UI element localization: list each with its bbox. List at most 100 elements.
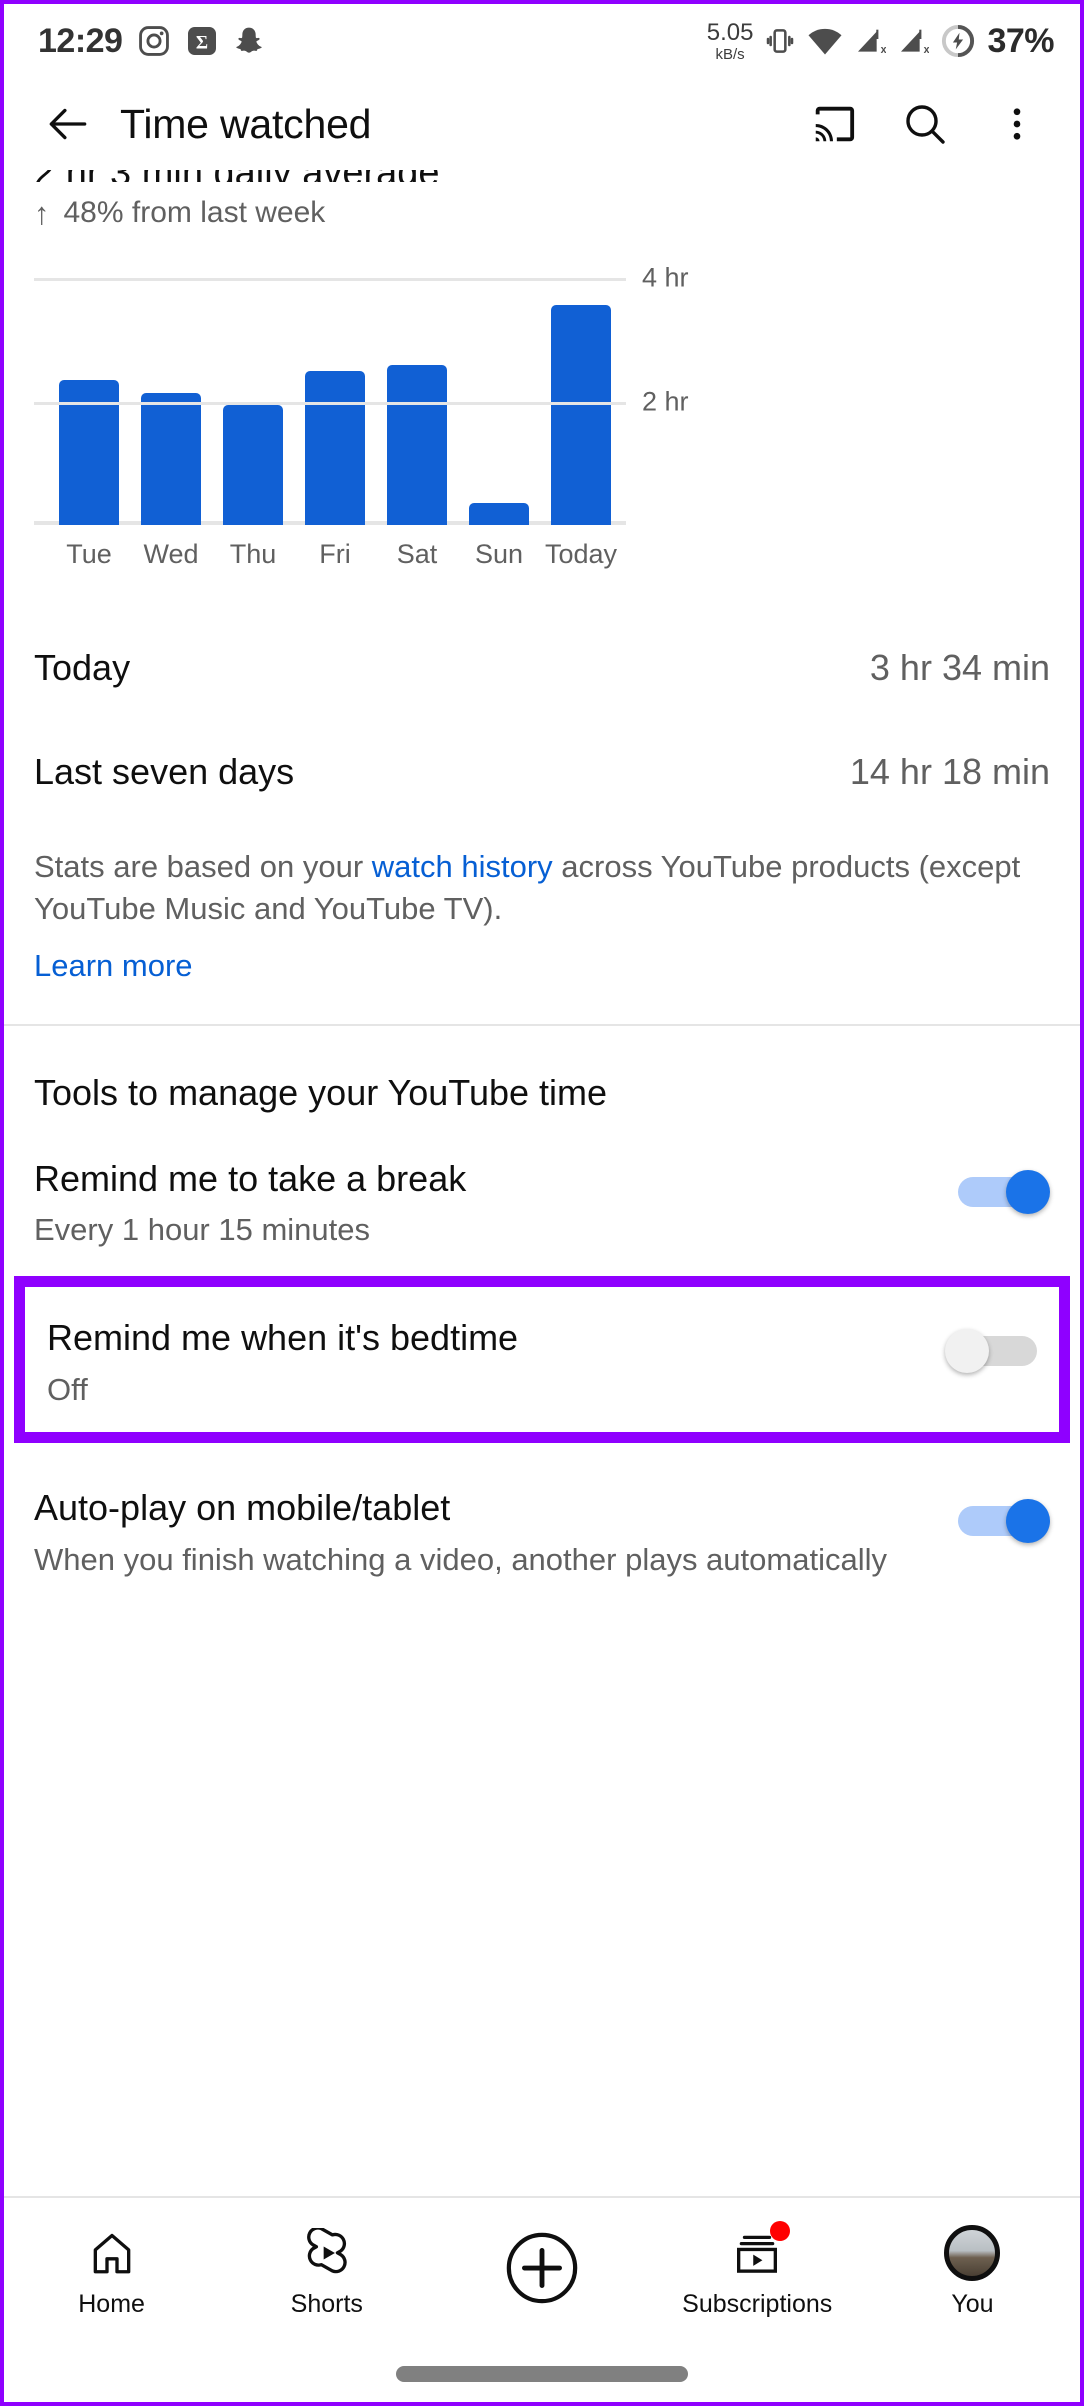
network-speed-indicator: 5.05 kB/s (707, 21, 754, 62)
stat-value: 14 hr 18 min (850, 751, 1050, 793)
scroll-content[interactable]: 2 hr 3 min daily average ↑ 48% from last… (4, 170, 1080, 2196)
stat-value: 3 hr 34 min (870, 647, 1050, 689)
setting-row-take-a-break[interactable]: Remind me to take a break Every 1 hour 1… (4, 1114, 1080, 1251)
chart-bar[interactable] (387, 365, 447, 525)
gesture-bar-area (4, 2346, 1080, 2402)
weekly-delta: ↑ 48% from last week (34, 196, 1050, 230)
phone-frame: 12:29 Σ 5.05 kB/s x (0, 0, 1084, 2406)
tools-section-title: Tools to manage your YouTube time (4, 1026, 1080, 1114)
nav-label: Shorts (291, 2290, 363, 2319)
app-bar: Time watched (4, 78, 1080, 170)
chart-bar-cell[interactable] (130, 393, 212, 526)
chart-bar[interactable] (305, 371, 365, 525)
chart-x-tick-label: Fri (294, 539, 376, 570)
watch-history-link[interactable]: watch history (372, 849, 553, 884)
chart-bar-cell[interactable] (458, 503, 540, 525)
up-arrow-icon: ↑ (34, 198, 50, 229)
chart-x-tick-label: Wed (130, 539, 212, 570)
setting-text: Remind me when it's bedtime Off (47, 1317, 925, 1410)
nav-item-create[interactable] (434, 2229, 649, 2316)
status-bar: 12:29 Σ 5.05 kB/s x (4, 4, 1080, 78)
snapchat-icon (233, 25, 265, 57)
avatar-icon (944, 2225, 1000, 2281)
setting-subtitle: Off (47, 1370, 925, 1410)
svg-text:x: x (881, 44, 886, 56)
app-bar-actions (800, 91, 1050, 157)
nav-item-you[interactable]: You (865, 2225, 1080, 2319)
chart-bar[interactable] (551, 305, 611, 525)
sigma-app-icon: Σ (186, 25, 218, 57)
learn-more-link[interactable]: Learn more (4, 930, 1080, 984)
avatar (944, 2225, 1000, 2281)
setting-title: Remind me when it's bedtime (47, 1317, 925, 1359)
wifi-icon (807, 26, 843, 56)
nav-item-home[interactable]: Home (4, 2225, 219, 2319)
nav-label: Home (78, 2290, 145, 2319)
search-icon[interactable] (892, 91, 958, 157)
highlight-box-bedtime: Remind me when it's bedtime Off (14, 1276, 1070, 1443)
svg-text:Σ: Σ (196, 32, 208, 53)
nav-item-subscriptions[interactable]: Subscriptions (650, 2225, 865, 2319)
stat-row-today: Today 3 hr 34 min (4, 616, 1080, 720)
chart-bar[interactable] (469, 503, 529, 525)
toggle-bedtime[interactable] (945, 1329, 1037, 1371)
back-button[interactable] (30, 86, 106, 162)
nav-label: You (951, 2290, 993, 2319)
setting-subtitle: When you finish watching a video, anothe… (34, 1540, 938, 1580)
setting-row-bedtime[interactable]: Remind me when it's bedtime Off (25, 1287, 1059, 1410)
page-title: Time watched (120, 101, 371, 148)
chart-bar-cell[interactable] (212, 405, 294, 525)
vibrate-icon (764, 25, 796, 57)
stat-label: Last seven days (34, 751, 294, 793)
status-bar-left: 12:29 Σ (38, 22, 265, 61)
instagram-icon (137, 24, 171, 58)
summary-block: 2 hr 3 min daily average ↑ 48% from last… (4, 170, 1080, 230)
toggle-knob (1006, 1170, 1050, 1214)
toggle-take-a-break[interactable] (958, 1170, 1050, 1212)
status-time: 12:29 (38, 22, 122, 61)
sim1-no-signal-icon: x (854, 25, 886, 57)
subscriptions-icon (732, 2225, 782, 2281)
chart-gridline (34, 402, 626, 405)
notification-badge (770, 2221, 790, 2241)
nav-item-shorts[interactable]: Shorts (219, 2225, 434, 2319)
setting-title: Remind me to take a break (34, 1158, 938, 1200)
chart-x-tick-label: Sat (376, 539, 458, 570)
chart-x-tick-label: Tue (48, 539, 130, 570)
toggle-autoplay[interactable] (958, 1499, 1050, 1541)
stat-row-last-seven-days: Last seven days 14 hr 18 min (4, 720, 1080, 824)
chart-x-tick-label: Today (540, 539, 622, 570)
setting-row-autoplay[interactable]: Auto-play on mobile/tablet When you fini… (4, 1443, 1080, 1580)
chart-bar-cell[interactable] (294, 371, 376, 525)
chart-bar-cell[interactable] (376, 365, 458, 525)
chart-plot-area: 2 hr4 hr (34, 260, 626, 525)
cast-icon[interactable] (800, 91, 866, 157)
chart-x-tick-label: Thu (212, 539, 294, 570)
stat-label: Today (34, 647, 130, 689)
time-watched-chart: 2 hr4 hr TueWedThuFriSatSunToday (4, 260, 1080, 570)
battery-charging-icon (940, 23, 976, 59)
chart-y-tick-label: 2 hr (642, 386, 689, 417)
chart-bars (48, 260, 626, 525)
more-options-icon[interactable] (984, 91, 1050, 157)
setting-text: Auto-play on mobile/tablet When you fini… (34, 1487, 938, 1580)
chart-bar[interactable] (141, 393, 201, 526)
chart-bar-cell[interactable] (540, 305, 622, 525)
chart-x-axis: TueWedThuFriSatSunToday (48, 539, 640, 570)
gesture-bar[interactable] (396, 2366, 688, 2382)
chart-y-tick-label: 4 hr (642, 263, 689, 294)
bottom-navigation: Home Shorts Subscriptions You (4, 2196, 1080, 2346)
daily-average-text: 2 hr 3 min daily average (34, 170, 1050, 182)
chart-bar[interactable] (223, 405, 283, 525)
stats-note-pre: Stats are based on your (34, 849, 372, 884)
weekly-delta-text: 48% from last week (64, 196, 326, 230)
setting-subtitle: Every 1 hour 15 minutes (34, 1210, 938, 1250)
toggle-knob (945, 1329, 989, 1373)
network-speed-value: 5.05 (707, 21, 754, 45)
svg-text:x: x (924, 44, 929, 56)
shorts-icon (302, 2225, 352, 2281)
sim2-no-signal-icon: x (897, 25, 929, 57)
home-icon (87, 2225, 137, 2281)
setting-text: Remind me to take a break Every 1 hour 1… (34, 1158, 938, 1251)
chart-gridline (34, 278, 626, 281)
